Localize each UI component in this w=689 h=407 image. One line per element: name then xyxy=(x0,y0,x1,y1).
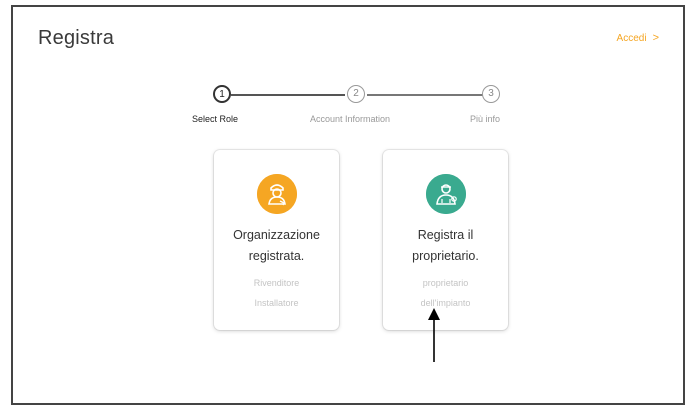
card-title-line: Organizzazione xyxy=(233,228,320,242)
login-label: Accedi xyxy=(616,32,647,44)
step-2-label: Account Information xyxy=(309,114,391,124)
login-link[interactable]: Accedi > xyxy=(617,32,659,44)
step-3-label: Più info xyxy=(469,114,501,124)
card-subtitle-line: proprietario xyxy=(422,278,469,288)
card-subtitle-line: Installatore xyxy=(254,298,299,308)
step-1-indicator: 1 xyxy=(213,85,231,103)
role-card-organization[interactable]: Organizzazione registrata. Rivenditore I… xyxy=(214,150,339,330)
card-title-line: Registra il xyxy=(417,228,474,242)
registration-page: Registra Accedi > 1 2 3 Select Role Acco… xyxy=(11,5,685,405)
card-subtitle-line: dell'impianto xyxy=(420,298,471,308)
step-3-indicator: 3 xyxy=(482,85,500,103)
card-title: Organizzazione registrata. xyxy=(214,225,339,267)
installer-person-icon xyxy=(256,174,297,214)
card-title-line: registrata. xyxy=(248,249,305,263)
step-1-label: Select Role xyxy=(191,114,239,124)
stepper: 1 2 3 Select Role Account Information Pi… xyxy=(13,83,683,133)
card-title-line: proprietario. xyxy=(412,249,479,263)
step-connector xyxy=(367,94,485,96)
step-2-indicator: 2 xyxy=(347,85,365,103)
card-subtitle: Rivenditore Installatore xyxy=(214,273,339,313)
card-subtitle-line: Rivenditore xyxy=(253,278,300,288)
role-card-owner[interactable]: Registra il proprietario. proprietario d… xyxy=(383,150,508,330)
step-connector xyxy=(231,94,345,96)
card-title: Registra il proprietario. xyxy=(383,225,508,267)
page-title: Registra xyxy=(38,27,115,49)
arrow-up-icon xyxy=(428,308,440,362)
owner-person-icon xyxy=(425,174,466,214)
chevron-right-icon: > xyxy=(652,32,659,44)
card-subtitle: proprietario dell'impianto xyxy=(383,273,508,313)
